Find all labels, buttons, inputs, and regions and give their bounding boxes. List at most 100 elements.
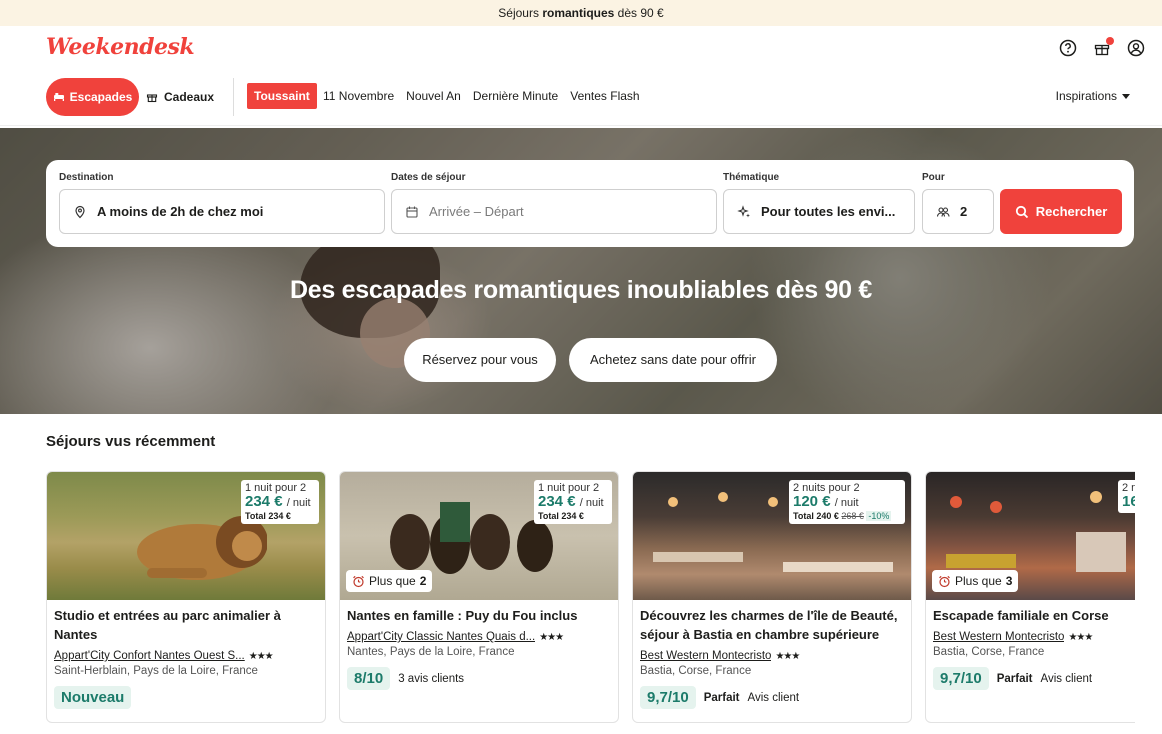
price-total-label: Total 240 € bbox=[793, 511, 839, 521]
price-old: 268 € bbox=[841, 511, 864, 521]
price-per: / nuit bbox=[286, 497, 311, 509]
review-score: 8/10 bbox=[347, 667, 391, 690]
availability-count: 3 bbox=[1005, 574, 1013, 588]
gift-icon[interactable] bbox=[1092, 37, 1114, 58]
alarm-clock-icon bbox=[939, 575, 950, 587]
dates-field[interactable]: Arrivée – Départ bbox=[391, 189, 717, 234]
hotel-name[interactable]: Best Western Montecristo bbox=[933, 631, 1064, 643]
review-score: 9,7/10 bbox=[933, 667, 989, 690]
card-rating: Nouveau bbox=[54, 686, 132, 709]
price-box: 1 nuit pour 2 234 € / nuit Total 234 € bbox=[534, 480, 612, 524]
card-hotel[interactable]: Appart'City Confort Nantes Ouest S... ★★… bbox=[54, 650, 274, 662]
theme-field[interactable]: Pour toutes les envi... bbox=[723, 189, 915, 234]
nav-cadeaux[interactable]: Cadeaux bbox=[146, 78, 214, 116]
card-hotel[interactable]: Best Western Montecristo ★★★ bbox=[933, 631, 1093, 643]
price-box: 1 nuit pour 2 234 € / nuit Total 234 € bbox=[241, 480, 319, 524]
review-count: Avis client bbox=[747, 691, 800, 704]
destination-label: Destination bbox=[59, 172, 114, 183]
star-rating: ★★★ bbox=[248, 650, 274, 662]
card-hotel[interactable]: Appart'City Classic Nantes Quais d... ★★… bbox=[347, 631, 564, 643]
availability-prefix: Plus que bbox=[955, 574, 1002, 588]
card-rating: 8/10 3 avis clients bbox=[347, 667, 464, 690]
stay-card[interactable]: 1 nuit pour 2 234 € / nuit Total 234 € P… bbox=[339, 471, 619, 723]
star-rating: ★★★ bbox=[1068, 631, 1093, 643]
new-badge: Nouveau bbox=[54, 686, 132, 709]
card-hotel[interactable]: Best Western Montecristo ★★★ bbox=[640, 650, 800, 662]
hotel-name[interactable]: Appart'City Classic Nantes Quais d... bbox=[347, 631, 535, 643]
nav-link-11-novembre[interactable]: 11 Novembre bbox=[323, 83, 394, 109]
review-count: Avis client bbox=[1040, 672, 1093, 685]
logo[interactable]: Weekendesk bbox=[46, 34, 195, 60]
price-amount: 234 € bbox=[245, 493, 283, 510]
nav-inspirations[interactable]: Inspirations bbox=[1056, 83, 1130, 109]
hotel-name[interactable]: Best Western Montecristo bbox=[640, 650, 771, 662]
recent-cards-carousel: 1 nuit pour 2 234 € / nuit Total 234 € S… bbox=[46, 471, 1135, 734]
chevron-down-icon bbox=[1122, 93, 1130, 99]
price-value: 234 € / nuit bbox=[245, 494, 315, 511]
top-bar: Weekendesk bbox=[0, 26, 1162, 70]
account-icon[interactable] bbox=[1126, 38, 1146, 58]
top-icons bbox=[1058, 37, 1146, 58]
stay-card[interactable]: Plus que 3 2 nuits pour 2 160 € Escapade… bbox=[925, 471, 1135, 723]
price-amount: 160 € bbox=[1122, 493, 1135, 510]
card-location: Bastia, Corse, France bbox=[933, 646, 1045, 658]
dates-placeholder: Arrivée – Départ bbox=[429, 204, 524, 219]
availability-badge: Plus que 2 bbox=[346, 570, 433, 592]
card-title[interactable]: Escapade familiale en Corse bbox=[933, 606, 1135, 625]
hero-title: Des escapades romantiques inoubliables d… bbox=[290, 276, 872, 304]
price-amount: 120 € bbox=[793, 493, 831, 510]
availability-prefix: Plus que bbox=[369, 574, 416, 588]
promo-suffix: dès 90 € bbox=[614, 6, 664, 20]
search-panel: Destination A moins de 2h de chez moi Da… bbox=[46, 160, 1134, 247]
price-per: / nuit bbox=[579, 497, 604, 509]
guests-value: 2 bbox=[960, 204, 968, 219]
search-button-label: Rechercher bbox=[1035, 204, 1108, 219]
price-total: Total 234 € bbox=[245, 511, 291, 521]
card-rating: 9,7/10 Parfait Avis client bbox=[640, 686, 799, 709]
people-icon bbox=[936, 206, 950, 217]
guests-field[interactable]: 2 bbox=[922, 189, 994, 234]
dates-label: Dates de séjour bbox=[391, 172, 466, 183]
nav-link-derniere-minute[interactable]: Dernière Minute bbox=[473, 83, 558, 109]
nav-divider bbox=[233, 78, 234, 116]
nav-escapades[interactable]: Escapades bbox=[46, 78, 139, 116]
alarm-clock-icon bbox=[353, 575, 364, 587]
hotel-name[interactable]: Appart'City Confort Nantes Ouest S... bbox=[54, 650, 245, 662]
price-per: / nuit bbox=[834, 497, 859, 509]
promo-prefix: Séjours bbox=[498, 6, 543, 20]
card-title[interactable]: Studio et entrées au parc animalier à Na… bbox=[54, 606, 320, 644]
card-location: Nantes, Pays de la Loire, France bbox=[347, 646, 515, 658]
card-location: Saint-Herblain, Pays de la Loire, France bbox=[54, 665, 258, 677]
theme-value: Pour toutes les envi... bbox=[761, 204, 896, 219]
calendar-icon bbox=[406, 206, 418, 218]
gift-offer-button[interactable]: Achetez sans date pour offrir bbox=[569, 338, 777, 382]
price-value: 120 € / nuit bbox=[793, 494, 901, 511]
nav-link-nouvel-an[interactable]: Nouvel An bbox=[406, 83, 461, 109]
nav-cadeaux-label: Cadeaux bbox=[164, 90, 215, 104]
search-icon bbox=[1015, 205, 1028, 218]
stay-card[interactable]: 2 nuits pour 2 120 € / nuit Total 240 € … bbox=[632, 471, 912, 723]
nav-toussaint[interactable]: Toussaint bbox=[247, 83, 317, 109]
location-pin-icon bbox=[75, 205, 85, 218]
card-rating: 9,7/10 Parfait Avis client bbox=[933, 667, 1092, 690]
pour-label: Pour bbox=[922, 172, 945, 183]
review-score: 9,7/10 bbox=[640, 686, 696, 709]
sparkle-icon bbox=[737, 204, 750, 217]
card-title[interactable]: Nantes en famille : Puy du Fou inclus bbox=[347, 606, 613, 625]
promo-bold: romantiques bbox=[542, 6, 615, 20]
search-button[interactable]: Rechercher bbox=[1000, 189, 1122, 234]
star-rating: ★★★ bbox=[775, 650, 800, 662]
card-title[interactable]: Découvrez les charmes de l'île de Beauté… bbox=[640, 606, 906, 644]
stay-card[interactable]: 1 nuit pour 2 234 € / nuit Total 234 € S… bbox=[46, 471, 326, 723]
lion-illustration bbox=[137, 516, 267, 580]
help-icon[interactable] bbox=[1058, 38, 1078, 58]
availability-badge: Plus que 3 bbox=[932, 570, 1019, 592]
price-total: Total 234 € bbox=[538, 511, 584, 521]
nav-link-ventes-flash[interactable]: Ventes Flash bbox=[570, 83, 639, 109]
promo-bar[interactable]: Séjours romantiques dès 90 € bbox=[0, 0, 1162, 26]
destination-field[interactable]: A moins de 2h de chez moi bbox=[59, 189, 385, 234]
nav-inspirations-label: Inspirations bbox=[1055, 89, 1117, 103]
nav-links: 11 Novembre Nouvel An Dernière Minute Ve… bbox=[323, 83, 640, 109]
nav-escapades-label: Escapades bbox=[69, 90, 133, 104]
reserve-button[interactable]: Réservez pour vous bbox=[404, 338, 556, 382]
